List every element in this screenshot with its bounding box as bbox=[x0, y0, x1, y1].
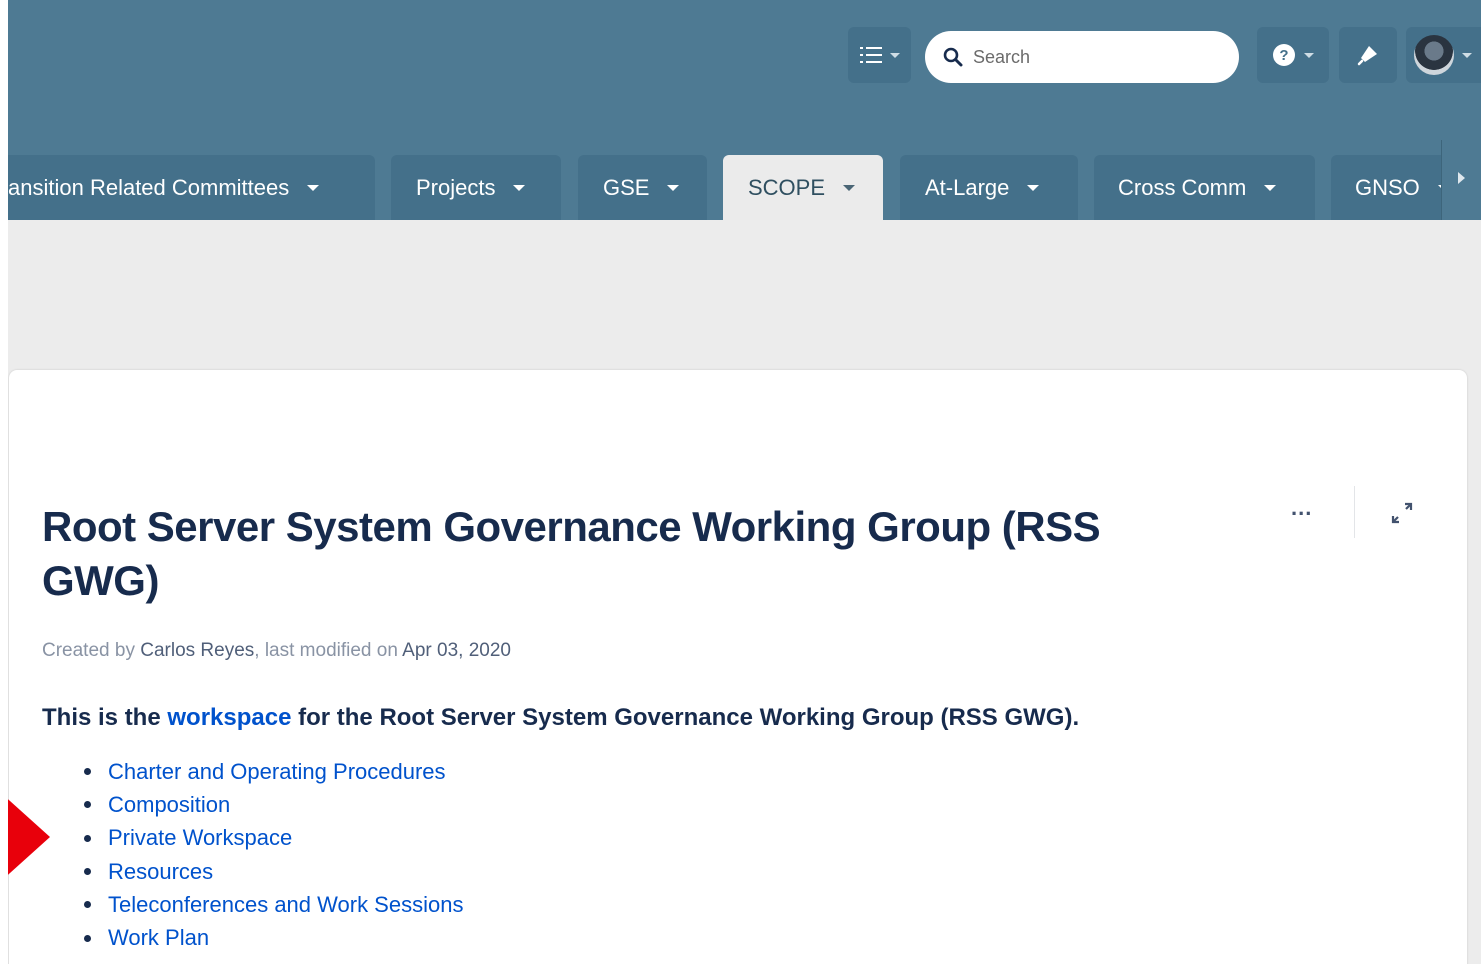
search-icon bbox=[943, 47, 963, 67]
intro-prefix: This is the bbox=[42, 704, 161, 731]
list-item: Composition bbox=[84, 788, 463, 821]
workspace-link[interactable]: workspace bbox=[167, 704, 291, 731]
chevron-down-icon bbox=[889, 52, 900, 58]
tab-label: ansition Related Committees bbox=[8, 174, 290, 200]
work-plan-link[interactable]: Work Plan bbox=[108, 925, 209, 951]
modified-date-link[interactable]: Apr 03, 2020 bbox=[402, 640, 511, 661]
tab-scope[interactable]: SCOPE bbox=[723, 155, 883, 220]
composition-link[interactable]: Composition bbox=[108, 792, 230, 818]
list-item: Work Plan bbox=[84, 921, 463, 954]
tab-cross-comm[interactable]: Cross Comm bbox=[1094, 155, 1315, 220]
tab-at-large[interactable]: At-Large bbox=[900, 155, 1078, 220]
avatar bbox=[1414, 35, 1454, 75]
list-menu-icon bbox=[859, 47, 882, 63]
more-actions-icon[interactable]: ... bbox=[1291, 495, 1312, 521]
bullet bbox=[84, 768, 91, 776]
tab-label: GNSO bbox=[1355, 174, 1420, 200]
page-byline: Created by Carlos Reyes, last modified o… bbox=[42, 640, 511, 662]
tab-label: Cross Comm bbox=[1118, 174, 1247, 200]
tab-gnso[interactable]: GNSO bbox=[1331, 155, 1451, 220]
notifications-button[interactable] bbox=[1339, 27, 1397, 83]
bullet bbox=[84, 934, 91, 942]
divider bbox=[1354, 486, 1355, 538]
tab-scroll-right-button[interactable] bbox=[1441, 140, 1481, 220]
chevron-down-icon bbox=[667, 184, 680, 191]
chevron-down-icon bbox=[1462, 52, 1472, 58]
teleconferences-link[interactable]: Teleconferences and Work Sessions bbox=[108, 892, 463, 918]
bullet bbox=[84, 868, 91, 876]
resources-link[interactable]: Resources bbox=[108, 859, 213, 885]
help-menu-button[interactable]: ? bbox=[1257, 27, 1329, 83]
tab-label: Projects bbox=[416, 174, 496, 200]
private-workspace-link[interactable]: Private Workspace bbox=[108, 825, 292, 851]
user-menu-button[interactable] bbox=[1406, 27, 1481, 83]
tab-label: GSE bbox=[603, 174, 650, 200]
help-icon: ? bbox=[1273, 44, 1295, 66]
chevron-down-icon bbox=[1304, 52, 1314, 58]
expand-icon[interactable] bbox=[1386, 497, 1418, 529]
list-item: Private Workspace bbox=[84, 822, 463, 855]
spaces-menu-button[interactable] bbox=[848, 27, 911, 83]
tab-gse[interactable]: GSE bbox=[578, 155, 707, 220]
list-item: Resources bbox=[84, 855, 463, 888]
bullet bbox=[84, 834, 91, 842]
tab-projects[interactable]: Projects bbox=[391, 155, 561, 220]
bullet bbox=[84, 901, 91, 909]
chevron-down-icon bbox=[843, 184, 856, 191]
modified-label: , last modified on bbox=[254, 640, 398, 661]
chevron-down-icon bbox=[1264, 184, 1277, 191]
created-by-label: Created by bbox=[42, 640, 135, 661]
bullet bbox=[84, 801, 91, 809]
search-box[interactable] bbox=[925, 31, 1239, 83]
svg-text:?: ? bbox=[1279, 47, 1288, 64]
charter-link[interactable]: Charter and Operating Procedures bbox=[108, 759, 446, 785]
chevron-down-icon bbox=[513, 184, 526, 191]
window-edge bbox=[0, 0, 8, 964]
author-link[interactable]: Carlos Reyes bbox=[140, 640, 254, 661]
page-links-list: Charter and Operating Procedures Composi… bbox=[84, 755, 463, 955]
tab-transition-related-committees[interactable]: ansition Related Committees bbox=[0, 155, 375, 220]
top-navigation-bar: ? ansition Related Committees Projects G… bbox=[0, 0, 1481, 220]
list-item: Charter and Operating Procedures bbox=[84, 755, 463, 788]
search-input[interactable] bbox=[973, 46, 1223, 68]
tab-label: At-Large bbox=[925, 174, 1010, 200]
notification-icon bbox=[1357, 46, 1377, 66]
tab-label: SCOPE bbox=[748, 174, 826, 200]
chevron-down-icon bbox=[307, 184, 320, 191]
list-item: Teleconferences and Work Sessions bbox=[84, 888, 463, 921]
chevron-right-icon bbox=[1458, 172, 1465, 184]
chevron-down-icon bbox=[1027, 184, 1040, 191]
intro-suffix: for the Root Server System Governance Wo… bbox=[298, 704, 1080, 731]
page-title: Root Server System Governance Working Gr… bbox=[42, 503, 1101, 604]
intro-text: This is the workspace for the Root Serve… bbox=[42, 704, 1079, 732]
